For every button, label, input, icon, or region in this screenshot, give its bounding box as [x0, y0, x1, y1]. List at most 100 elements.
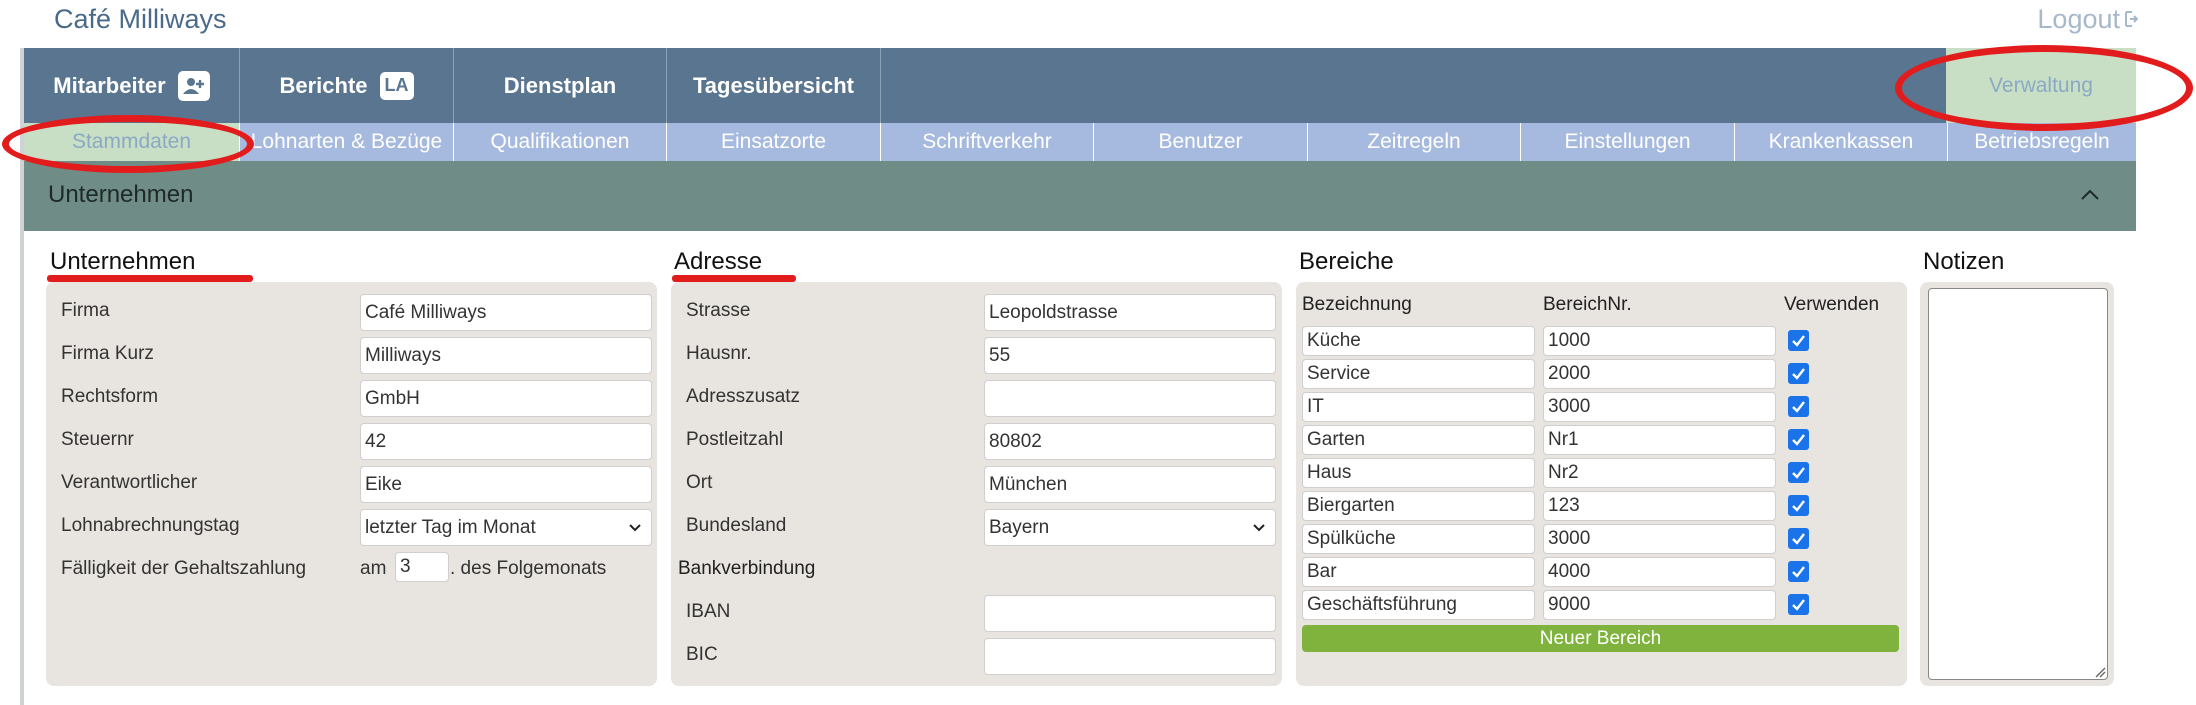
app-root: Café Milliways Logout Mitarbeiter Berich… [0, 0, 2196, 705]
verwenden-checkbox[interactable] [1788, 561, 1809, 582]
postleitzahl-input[interactable] [984, 423, 1276, 460]
bereich-nr-input[interactable]: 123 [1543, 491, 1776, 521]
bic-input[interactable] [984, 638, 1276, 675]
header-verwenden: Verwenden [1784, 294, 1880, 315]
iban-input[interactable] [984, 595, 1276, 632]
adresszusatz-input[interactable] [984, 380, 1276, 417]
annotation-underline-adresse [672, 275, 796, 282]
subtab-einsatzorte[interactable]: Einsatzorte [667, 123, 881, 161]
bereich-nr-input[interactable]: 3000 [1543, 392, 1776, 422]
strasse-input[interactable] [984, 294, 1276, 331]
chevron-down-icon [1253, 524, 1265, 532]
annotation-circle-stammdaten [2, 115, 254, 173]
resize-handle-icon[interactable] [2094, 666, 2106, 678]
adresse-title: Adresse [674, 248, 763, 275]
logout-link[interactable]: Logout [2037, 4, 2120, 35]
rechtsform-input[interactable] [360, 380, 652, 417]
label-adresszusatz: Adresszusatz [686, 386, 801, 407]
bereich-nr-input[interactable]: 2000 [1543, 359, 1776, 389]
unternehmen-title: Unternehmen [50, 248, 196, 275]
tab-label: Dienstplan [503, 72, 617, 98]
top-header: Café Milliways Logout [0, 0, 2196, 48]
steuernr-input[interactable] [360, 423, 652, 460]
verwenden-checkbox[interactable] [1788, 363, 1809, 384]
label-firma-kurz: Firma Kurz [61, 343, 154, 364]
label-iban: IBAN [686, 601, 731, 622]
bereich-nr-input[interactable]: 4000 [1543, 557, 1776, 587]
subtab-zeitregeln[interactable]: Zeitregeln [1308, 123, 1521, 161]
firma-input[interactable] [360, 294, 652, 331]
subtab-qualifikationen[interactable]: Qualifikationen [454, 123, 667, 161]
label-hausnr: Hausnr. [686, 343, 752, 364]
tab-label: Mitarbeiter [53, 72, 166, 98]
verwenden-checkbox[interactable] [1788, 330, 1809, 351]
faelligkeit-suffix: . des Folgemonats [450, 558, 607, 579]
bereich-nr-input[interactable]: 9000 [1543, 590, 1776, 620]
header-bezeichnung: Bezeichnung [1302, 294, 1412, 315]
label-strasse: Strasse [686, 300, 751, 321]
logout-icon[interactable] [2124, 8, 2138, 30]
section-header[interactable]: Unternehmen [24, 161, 2136, 231]
logout-label: Logout [2037, 4, 2120, 34]
bereich-name-input[interactable]: Haus [1302, 458, 1535, 488]
new-bereich-button[interactable]: Neuer Bereich [1302, 625, 1899, 652]
bereiche-panel: Bezeichnung BereichNr. Verwenden Küche 10… [1296, 282, 1907, 686]
verwenden-checkbox[interactable] [1788, 528, 1809, 549]
label-faelligkeit: Fälligkeit der Gehaltszahlung [61, 558, 307, 579]
chevron-up-icon[interactable] [2078, 183, 2102, 207]
bereich-name-input[interactable]: Küche [1302, 326, 1535, 356]
check-icon [1792, 467, 1805, 479]
bereich-nr-input[interactable]: Nr1 [1543, 425, 1776, 455]
bereich-name-input[interactable]: Geschäftsführung [1302, 590, 1535, 620]
label-lohnabrechnungstag: Lohnabrechnungstag [61, 515, 240, 536]
tab-dienstplan[interactable]: Dienstplan [454, 48, 667, 123]
bereich-name-input[interactable]: Service [1302, 359, 1535, 389]
verwenden-checkbox[interactable] [1788, 495, 1809, 516]
ort-input[interactable] [984, 466, 1276, 503]
lohnabrechnungstag-select[interactable]: letzter Tag im Monat [360, 509, 652, 546]
select-value: Bayern [989, 516, 1050, 538]
label-bundesland: Bundesland [686, 515, 787, 536]
annotation-underline-unternehmen [47, 275, 253, 282]
bereich-name-input[interactable]: Garten [1302, 425, 1535, 455]
app-title: Café Milliways [54, 4, 227, 34]
faelligkeit-day-input[interactable] [395, 552, 449, 582]
check-icon [1792, 533, 1805, 545]
bereich-nr-input[interactable]: 1000 [1543, 326, 1776, 356]
bundesland-select[interactable]: Bayern [984, 509, 1276, 546]
bereich-name-input[interactable]: Biergarten [1302, 491, 1535, 521]
notizen-textarea[interactable] [1928, 288, 2108, 680]
label-firma: Firma [61, 300, 110, 321]
check-icon [1792, 566, 1805, 578]
verwenden-checkbox[interactable] [1788, 396, 1809, 417]
subtab-lohnarten[interactable]: Lohnarten & Bezüge [240, 123, 454, 161]
tab-mitarbeiter[interactable]: Mitarbeiter [24, 48, 240, 123]
verwenden-checkbox[interactable] [1788, 594, 1809, 615]
subtab-krankenkassen[interactable]: Krankenkassen [1735, 123, 1948, 161]
verwenden-checkbox[interactable] [1788, 429, 1809, 450]
subtab-benutzer[interactable]: Benutzer [1094, 123, 1308, 161]
tab-tagesuebersicht[interactable]: Tagesübersicht [667, 48, 881, 123]
firma-kurz-input[interactable] [360, 337, 652, 374]
tab-berichte[interactable]: Berichte LA [240, 48, 454, 123]
header-bereichnr: BereichNr. [1543, 294, 1632, 315]
bereich-name-input[interactable]: Bar [1302, 557, 1535, 587]
person-plus-icon [177, 70, 210, 101]
label-bic: BIC [686, 644, 718, 665]
bereich-name-input[interactable]: Spülküche [1302, 524, 1535, 554]
bereich-name-input[interactable]: IT [1302, 392, 1535, 422]
verwenden-checkbox[interactable] [1788, 462, 1809, 483]
notizen-title: Notizen [1923, 248, 2005, 275]
subtab-schriftverkehr[interactable]: Schriftverkehr [881, 123, 1094, 161]
check-icon [1792, 401, 1805, 413]
verantwortlicher-input[interactable] [360, 466, 652, 503]
sub-nav: Stammdaten Lohnarten & Bezüge Qualifikat… [24, 123, 2136, 161]
bankverbindung-title: Bankverbindung [678, 558, 816, 579]
hausnr-input[interactable] [984, 337, 1276, 374]
check-icon [1792, 500, 1805, 512]
subtab-einstellungen[interactable]: Einstellungen [1521, 123, 1735, 161]
annotation-circle-verwaltung [1895, 45, 2193, 131]
bereich-nr-input[interactable]: Nr2 [1543, 458, 1776, 488]
bereich-nr-input[interactable]: 3000 [1543, 524, 1776, 554]
check-icon [1792, 434, 1805, 446]
